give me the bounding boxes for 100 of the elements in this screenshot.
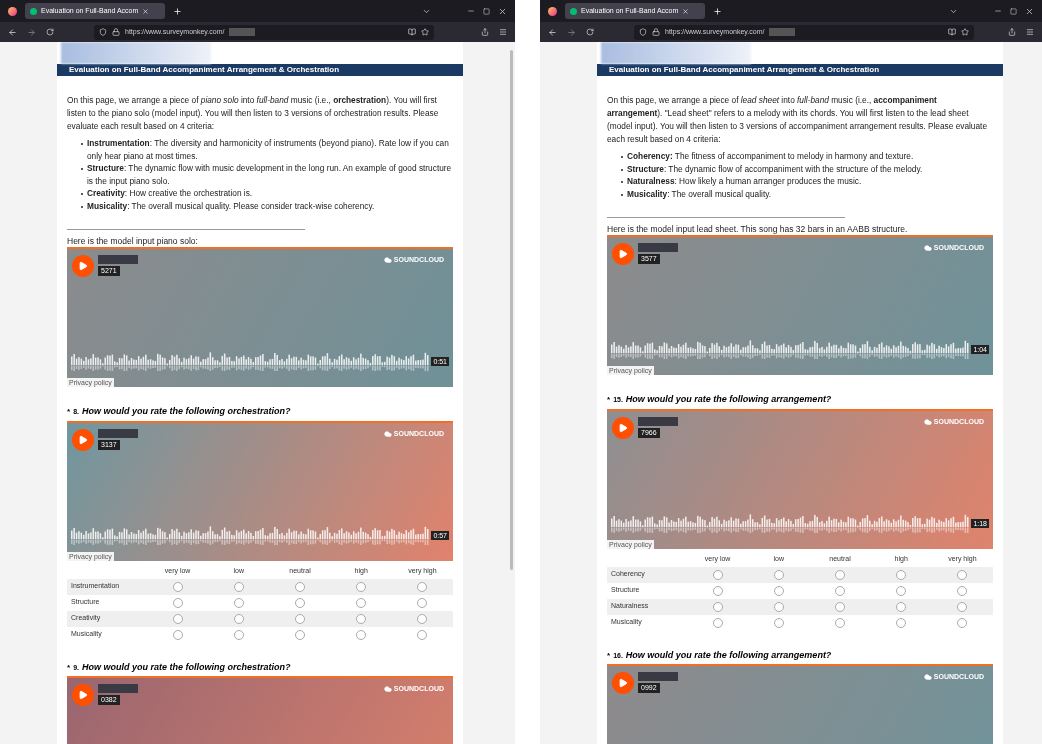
- bookmark-star-icon[interactable]: [961, 28, 969, 36]
- radio-button[interactable]: [896, 601, 907, 612]
- caption-text: Here is the model input lead sheet. This song has 32 bars in an AABB structure.: [607, 223, 909, 235]
- radio-button[interactable]: [896, 569, 907, 580]
- new-tab-icon[interactable]: [173, 6, 182, 16]
- question-text: How would you rate the following arrangement?: [625, 393, 832, 406]
- play-icon: [78, 690, 88, 700]
- radio-button[interactable]: [233, 581, 244, 592]
- bookmark-star-icon[interactable]: [421, 28, 429, 36]
- radio-button[interactable]: [295, 581, 305, 592]
- required-mark: *: [607, 394, 611, 406]
- favicon-icon: [570, 7, 577, 15]
- cloud-icon: [923, 244, 932, 253]
- intro-paragraph: On this page, we arrange a piece of piano solo into full-band music (i.e., orchestration). You will first listen to the piano solo (model input). You will then listen to 3 versions of orchestration results. Please evaluate each result based on 4 criteria:: [67, 94, 440, 133]
- play-icon: [618, 422, 628, 433]
- play-button[interactable]: [612, 243, 634, 265]
- play-icon: [78, 434, 88, 445]
- share-icon[interactable]: [1008, 28, 1016, 36]
- radio-button[interactable]: [295, 597, 305, 608]
- radio-button[interactable]: [417, 581, 428, 592]
- radio-button[interactable]: [172, 597, 183, 608]
- radio-button[interactable]: [356, 629, 367, 640]
- radio-button[interactable]: [233, 613, 244, 624]
- redacted-title: [638, 416, 678, 426]
- play-button[interactable]: [72, 255, 94, 277]
- reload-icon[interactable]: [46, 28, 54, 36]
- play-button[interactable]: [72, 684, 94, 706]
- radio-button[interactable]: [835, 617, 845, 628]
- close-tab-icon[interactable]: [682, 7, 690, 15]
- radio-button[interactable]: [417, 597, 428, 608]
- radio-button[interactable]: [835, 601, 845, 612]
- radio-button[interactable]: [835, 569, 845, 580]
- radio-button[interactable]: [896, 617, 907, 628]
- criterion-text: Coherency: The fitness of accompaniment to melody in harmony and texture.: [627, 150, 914, 163]
- back-icon[interactable]: [8, 27, 17, 37]
- radio-button[interactable]: [712, 601, 723, 612]
- radio-button[interactable]: [957, 601, 968, 612]
- share-icon[interactable]: [481, 28, 489, 36]
- radio-button[interactable]: [356, 597, 367, 608]
- reader-view-icon[interactable]: [948, 28, 956, 36]
- reader-view-icon[interactable]: [408, 28, 416, 36]
- radio-button[interactable]: [957, 617, 968, 628]
- radio-button[interactable]: [957, 585, 968, 596]
- forward-icon[interactable]: [27, 27, 36, 37]
- scrollbar[interactable]: [510, 50, 513, 570]
- menu-icon[interactable]: [499, 28, 507, 36]
- shield-icon: [639, 28, 647, 36]
- radio-button[interactable]: [233, 597, 244, 608]
- cloud-icon: [923, 673, 932, 682]
- required-mark: *: [67, 661, 71, 674]
- radio-button[interactable]: [172, 581, 183, 592]
- new-tab-icon[interactable]: [713, 6, 722, 16]
- play-button[interactable]: [612, 672, 634, 694]
- radio-button[interactable]: [172, 629, 183, 640]
- radio-button[interactable]: [712, 569, 723, 580]
- play-icon: [618, 249, 628, 259]
- radio-button[interactable]: [773, 569, 784, 580]
- minimize-icon[interactable]: [994, 7, 1002, 15]
- cloud-icon: [923, 417, 932, 426]
- redacted-url: [229, 28, 256, 36]
- radio-button[interactable]: [233, 629, 244, 640]
- play-button[interactable]: [612, 416, 634, 439]
- radio-button[interactable]: [712, 617, 723, 628]
- radio-button[interactable]: [773, 585, 784, 596]
- radio-button[interactable]: [712, 585, 723, 596]
- shield-icon: [99, 28, 107, 36]
- close-icon[interactable]: [1025, 6, 1034, 16]
- criterion-text: Musicality: The overall musical quality.: [627, 187, 772, 200]
- radio-button[interactable]: [835, 585, 845, 596]
- play-icon: [78, 261, 88, 271]
- redacted-title: [98, 255, 138, 264]
- menu-icon[interactable]: [1026, 28, 1034, 36]
- radio-button[interactable]: [896, 585, 907, 596]
- play-button[interactable]: [72, 428, 94, 451]
- radio-button[interactable]: [356, 581, 367, 592]
- radio-button[interactable]: [417, 613, 428, 624]
- browser-logo-icon: [548, 6, 557, 16]
- radio-button[interactable]: [295, 629, 305, 640]
- forward-icon[interactable]: [567, 27, 576, 37]
- radio-button[interactable]: [773, 601, 784, 612]
- minimize-icon[interactable]: [467, 7, 475, 15]
- radio-button[interactable]: [773, 617, 784, 628]
- cloud-icon: [383, 429, 392, 438]
- cloud-icon: [383, 685, 392, 694]
- close-tab-icon[interactable]: [142, 7, 150, 15]
- radio-button[interactable]: [295, 613, 305, 624]
- close-icon[interactable]: [498, 6, 507, 16]
- back-icon[interactable]: [548, 27, 557, 37]
- radio-button[interactable]: [957, 569, 968, 580]
- survey-title: Evaluation on Full-Band Accompaniment Arrangement & Orchestration: [69, 64, 340, 76]
- criterion-text: Creativity: How creative the orchestration is.: [87, 187, 253, 200]
- restore-icon[interactable]: [483, 7, 490, 15]
- redacted-title: [638, 243, 678, 252]
- radio-button[interactable]: [356, 613, 367, 624]
- criterion-text: Structure: The dynamic flow with music development in the long run. An example of good structure is the input piano solo.: [87, 162, 453, 187]
- restore-icon[interactable]: [1010, 7, 1017, 15]
- radio-button[interactable]: [417, 629, 428, 640]
- reload-icon[interactable]: [586, 28, 594, 36]
- radio-button[interactable]: [172, 613, 183, 624]
- intro-paragraph: On this page, we arrange a piece of lead sheet into full-band music (i.e., accompaniment arrangement). "Lead sheet" refers to a melody with its chords. You will first listen to the lead sheet (model input). You will then listen to 3 versions of accompaniment arrangement results. Please evaluate each result based on 4 criteria:: [607, 94, 989, 146]
